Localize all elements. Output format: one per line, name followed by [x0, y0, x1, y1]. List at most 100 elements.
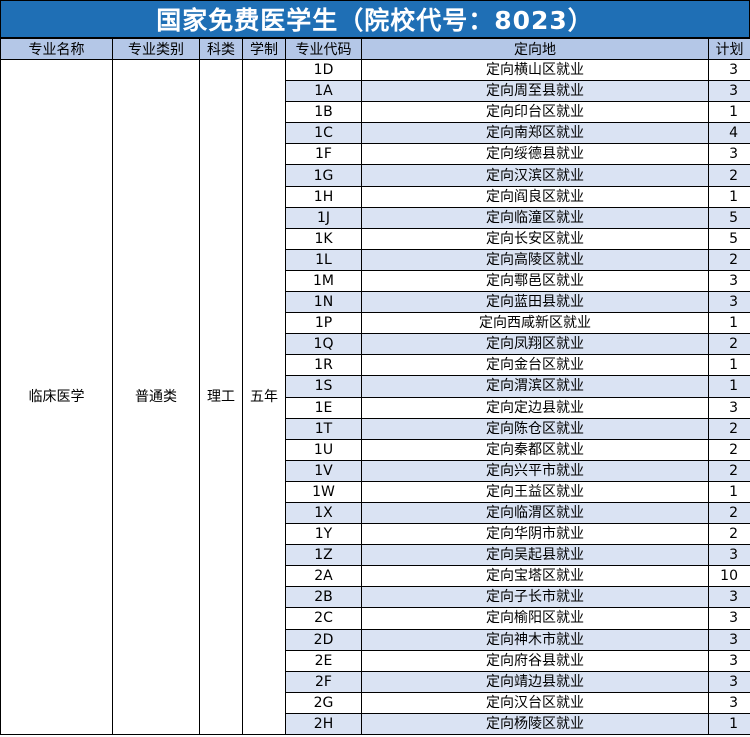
cell-destination: 定向神木市就业 — [361, 628, 709, 651]
cell-code: 2G — [285, 691, 362, 714]
cell-destination: 定向杨陵区就业 — [361, 712, 709, 736]
cell-destination: 定向汉滨区就业 — [361, 164, 709, 187]
cell-code: 2D — [285, 628, 362, 651]
cell-code: 1J — [285, 206, 362, 229]
cell-code: 1U — [285, 438, 362, 461]
cell-destination: 定向横山区就业 — [361, 58, 709, 82]
cell-destination: 定向南郑区就业 — [361, 122, 709, 145]
cell-plan: 2 — [708, 438, 750, 461]
cell-code: 1T — [285, 417, 362, 440]
header-duration: 学制 — [242, 38, 286, 60]
cell-code: 1D — [285, 58, 362, 82]
cell-plan: 4 — [708, 122, 750, 145]
header-subject: 科类 — [199, 38, 243, 60]
cell-plan: 1 — [708, 312, 750, 335]
cell-code: 1R — [285, 354, 362, 377]
table-row: 临床医学 普通类 理工 五年 1D 定向横山区就业 3 — [0, 58, 750, 735]
cell-code: 1K — [285, 227, 362, 250]
cell-destination: 定向华阴市就业 — [361, 523, 709, 546]
cell-duration: 五年 — [242, 59, 286, 735]
cell-plan: 3 — [708, 396, 750, 419]
cell-destination: 定向阎良区就业 — [361, 185, 709, 208]
cell-plan: 2 — [708, 523, 750, 546]
cell-plan: 1 — [708, 101, 750, 124]
cell-destination: 定向府谷县就业 — [361, 649, 709, 672]
cell-plan: 2 — [708, 417, 750, 440]
cell-plan: 3 — [708, 586, 750, 609]
header-major: 专业名称 — [0, 38, 113, 60]
cell-code: 2H — [285, 712, 362, 736]
page-title: 国家免费医学生（院校代号：8023） — [0, 0, 750, 38]
cell-plan: 2 — [708, 248, 750, 271]
cell-destination: 定向兴平市就业 — [361, 459, 709, 482]
cell-code: 1H — [285, 185, 362, 208]
cell-destination: 定向汉台区就业 — [361, 691, 709, 714]
cell-code: 1B — [285, 101, 362, 124]
cell-code: 1E — [285, 396, 362, 419]
cell-plan: 1 — [708, 354, 750, 377]
plan-table: 专业名称 专业类别 科类 学制 专业代码 定向地 计划 临床医学 普通类 理工 五年 1… — [0, 38, 750, 736]
cell-code: 1P — [285, 312, 362, 335]
cell-destination: 定向秦都区就业 — [361, 438, 709, 461]
cell-code: 1Y — [285, 523, 362, 546]
cell-destination: 定向定边县就业 — [361, 396, 709, 419]
cell-plan: 3 — [708, 607, 750, 630]
cell-code: 1Z — [285, 544, 362, 567]
cell-plan: 3 — [708, 649, 750, 672]
cell-category: 普通类 — [112, 59, 200, 735]
cell-destination: 定向鄠邑区就业 — [361, 269, 709, 293]
cell-destination: 定向吴起县就业 — [361, 544, 709, 567]
cell-plan: 1 — [708, 375, 750, 398]
cell-plan: 2 — [708, 164, 750, 187]
cell-code: 1V — [285, 459, 362, 482]
cell-plan: 3 — [708, 143, 750, 166]
cell-plan: 3 — [708, 58, 750, 82]
cell-destination: 定向陈仓区就业 — [361, 417, 709, 440]
cell-code: 1G — [285, 164, 362, 187]
cell-subject: 理工 — [199, 59, 243, 735]
cell-code: 2A — [285, 565, 362, 588]
cell-code: 2E — [285, 649, 362, 672]
cell-plan: 3 — [708, 670, 750, 693]
cell-plan: 1 — [708, 480, 750, 503]
cell-code: 1S — [285, 375, 362, 398]
cell-plan: 2 — [708, 459, 750, 482]
cell-destination: 定向宝塔区就业 — [361, 565, 709, 588]
cell-code: 1F — [285, 143, 362, 166]
cell-destination: 定向绥德县就业 — [361, 143, 709, 166]
header-row: 专业名称 专业类别 科类 学制 专业代码 定向地 计划 — [0, 38, 750, 60]
cell-destination: 定向印台区就业 — [361, 101, 709, 124]
cell-plan: 3 — [708, 269, 750, 293]
cell-code: 1C — [285, 122, 362, 145]
header-code: 专业代码 — [285, 38, 362, 60]
cell-plan: 3 — [708, 691, 750, 714]
cell-code: 1W — [285, 480, 362, 503]
plan-table-body: 临床医学 普通类 理工 五年 1D 定向横山区就业 3 1A 定向周至县就业 3 1B 定向印台区就业… — [0, 58, 750, 736]
cell-destination: 定向临渭区就业 — [361, 501, 709, 525]
cell-plan: 5 — [708, 206, 750, 229]
cell-code: 1L — [285, 248, 362, 271]
cell-code: 1N — [285, 291, 362, 314]
cell-major: 临床医学 — [0, 59, 113, 735]
header-category: 专业类别 — [112, 38, 200, 60]
cell-destination: 定向高陵区就业 — [361, 248, 709, 271]
cell-destination: 定向凤翔区就业 — [361, 333, 709, 356]
cell-plan: 3 — [708, 544, 750, 567]
cell-destination: 定向金台区就业 — [361, 354, 709, 377]
cell-destination: 定向渭滨区就业 — [361, 375, 709, 398]
cell-plan: 5 — [708, 227, 750, 250]
cell-plan: 10 — [708, 565, 750, 588]
admission-plan-sheet: 国家免费医学生（院校代号：8023） 专业名称 专业类别 科类 学制 专业代码 … — [0, 0, 750, 737]
cell-destination: 定向周至县就业 — [361, 80, 709, 103]
cell-code: 2C — [285, 607, 362, 630]
cell-plan: 3 — [708, 80, 750, 103]
cell-code: 1M — [285, 269, 362, 293]
cell-destination: 定向王益区就业 — [361, 480, 709, 503]
cell-plan: 1 — [708, 185, 750, 208]
cell-destination: 定向子长市就业 — [361, 586, 709, 609]
cell-destination: 定向蓝田县就业 — [361, 291, 709, 314]
cell-code: 2F — [285, 670, 362, 693]
cell-destination: 定向靖边县就业 — [361, 670, 709, 693]
cell-destination: 定向长安区就业 — [361, 227, 709, 250]
cell-destination: 定向西咸新区就业 — [361, 312, 709, 335]
